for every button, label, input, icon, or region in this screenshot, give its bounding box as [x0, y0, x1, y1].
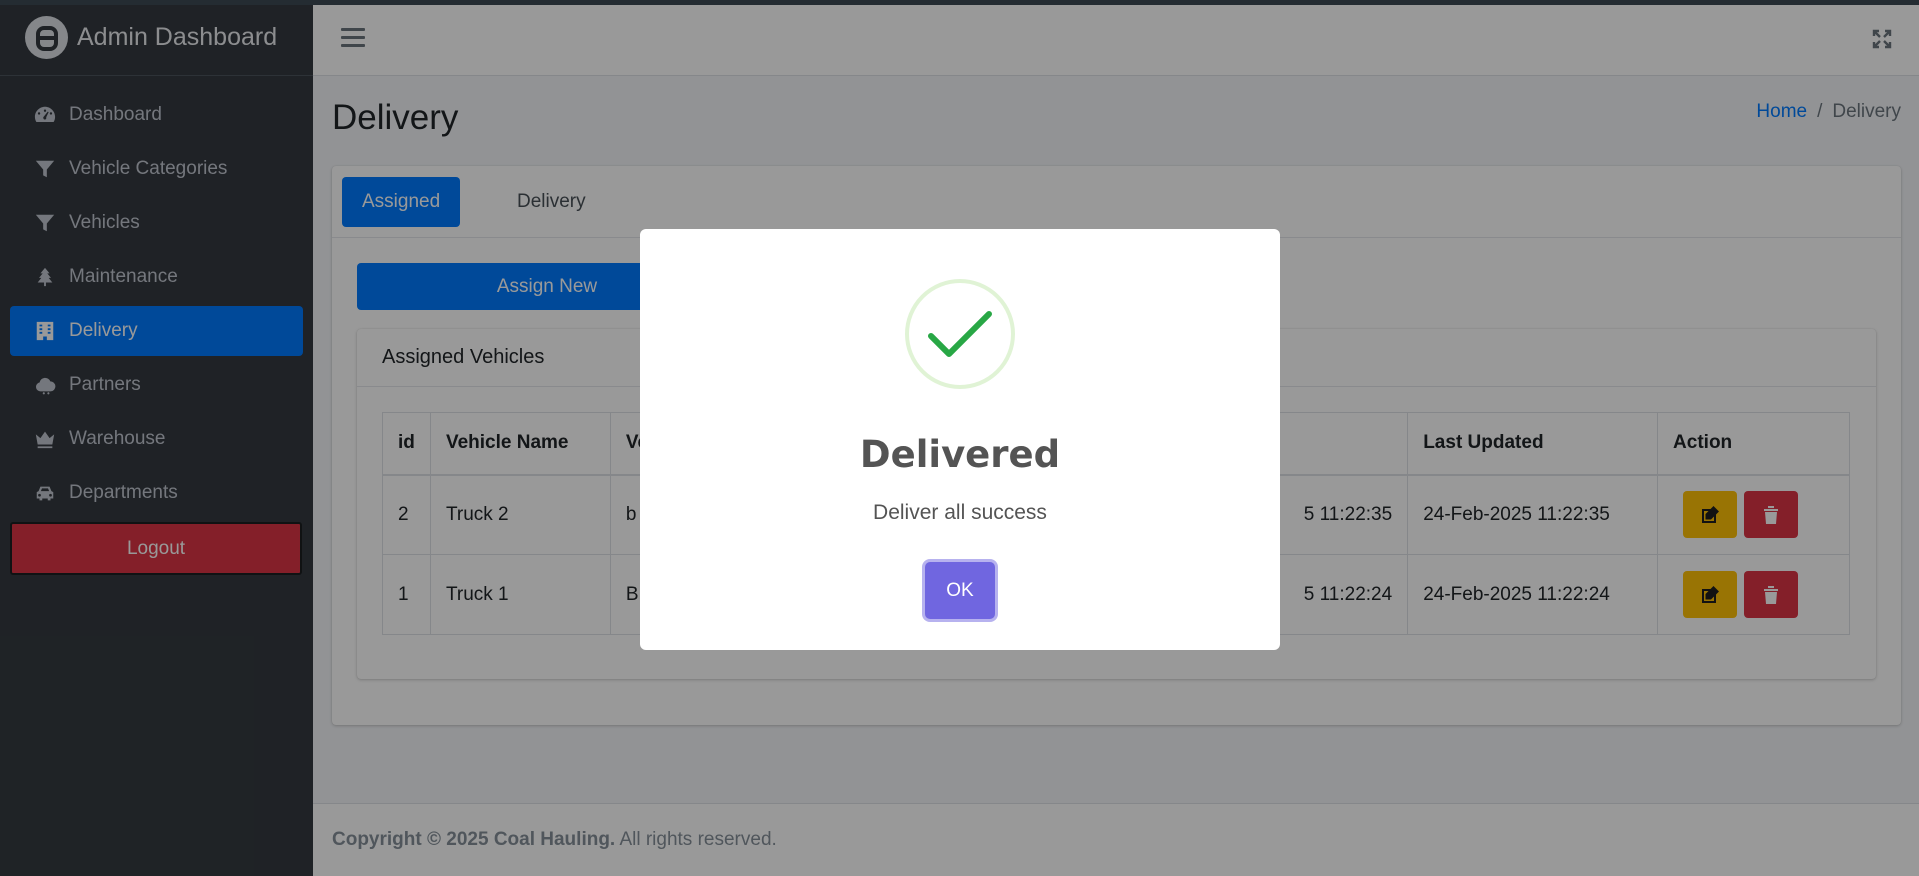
success-check-icon — [905, 279, 1015, 389]
success-dialog: Delivered Deliver all success OK — [640, 229, 1280, 650]
dialog-title: Delivered — [859, 433, 1061, 476]
ok-button[interactable]: OK — [925, 562, 995, 619]
dialog-message: Deliver all success — [873, 501, 1047, 524]
